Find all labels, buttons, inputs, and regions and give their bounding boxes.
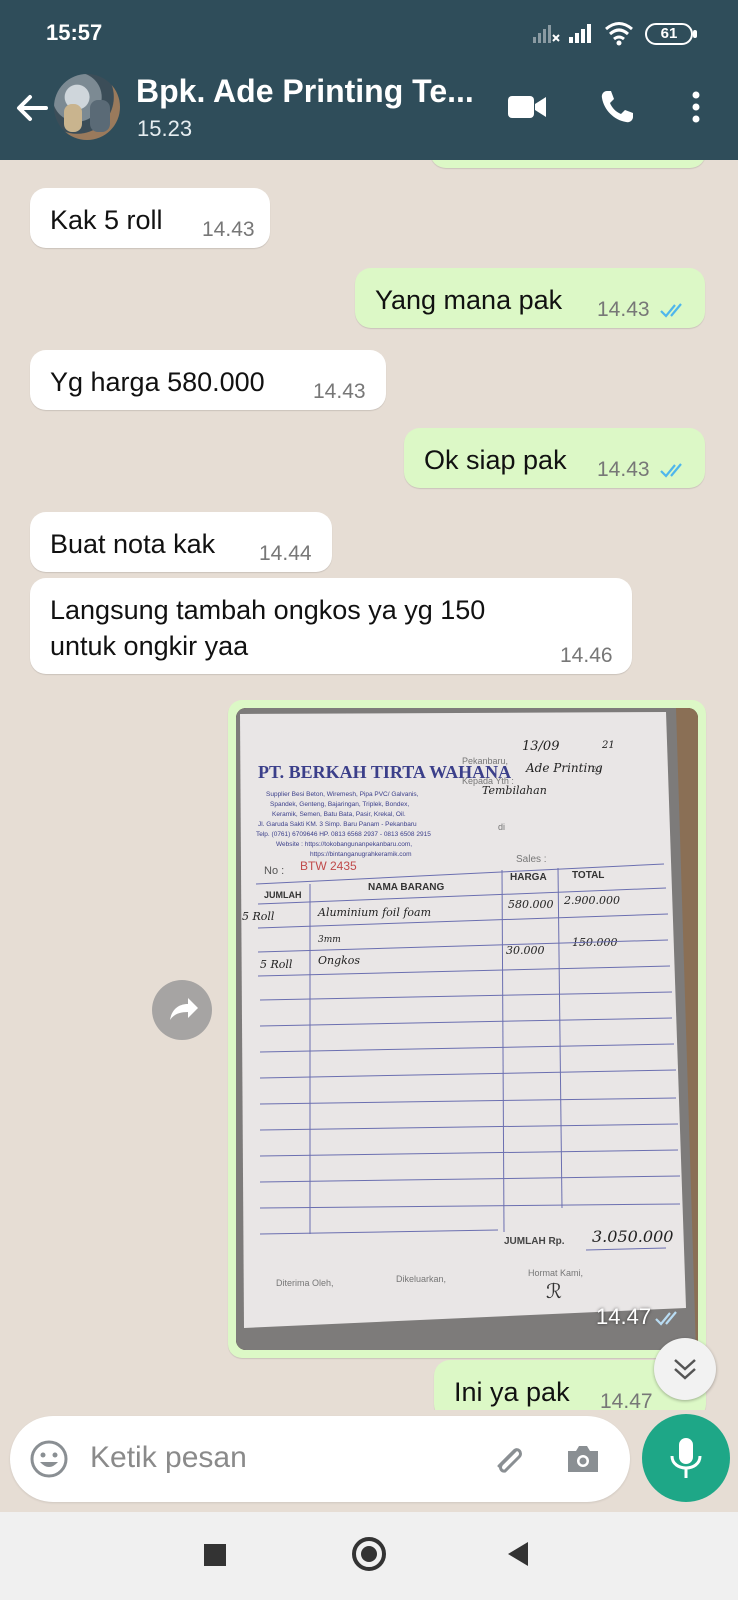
receipt-supplier-line: Jl. Garuda Sakti KM. 3 Simp. Baru Panam … [258,821,417,828]
video-call-icon[interactable] [506,90,548,124]
message-bubble-out[interactable]: Ok siap pak 14.43 [404,428,705,488]
receipt-received-label: Diterima Oleh, [276,1278,334,1288]
voice-call-icon[interactable] [598,88,636,126]
attach-icon[interactable] [488,1438,530,1480]
emoji-icon[interactable] [28,1438,70,1480]
receipt-row-price: 580.000 [508,898,554,911]
top-bar: 15:57 61 Bpk. Ade Printing Te... 15.23 [0,0,738,160]
message-text: Ini ya pak [454,1377,570,1407]
receipt-photo[interactable]: PT. BERKAH TIRTA WAHANA Supplier Besi Be… [236,708,698,1350]
wifi-icon [605,22,633,46]
last-seen: 15.23 [137,116,193,141]
message-bubble-out[interactable]: Yang mana pak 14.43 [355,268,705,328]
receipt-signature: ℛ [546,1279,562,1303]
contact-avatar[interactable] [54,74,120,140]
receipt-at-label: di [498,822,505,832]
message-text: Yang mana pak [375,285,563,315]
receipt-row-qty: 5 Roll [260,958,293,971]
receipt-year-suffix: 21 [601,740,615,751]
receipt-row-total: 2.900.000 [563,894,620,907]
status-bar: 15:57 61 [0,0,738,66]
message-bubble-in[interactable]: Langsung tambah ongkos ya yg 150 untuk o… [30,578,632,674]
read-ticks-icon [660,303,682,318]
message-time: 14.43 [597,298,650,321]
receipt-row-qty: 5 Roll [242,910,275,923]
receipt-no-label: No : [264,865,284,877]
chat-header: Bpk. Ade Printing Te... 15.23 [0,66,738,160]
chat-area[interactable]: Kak 5 roll 14.43 Yang mana pak 14.43 Yg … [0,160,738,1410]
receipt-supplier-line: Spandek, Genteng, Bajaringan, Triplek, B… [270,801,409,808]
recents-button[interactable] [204,1544,226,1566]
receipt-grand-total-label: JUMLAH Rp. [504,1236,565,1247]
receipt-date: 13/09 [522,739,559,754]
message-bubble-in[interactable]: Yg harga 580.000 14.43 [30,350,386,410]
receipt-supplier-line: Supplier Besi Beton, Wiremesh, Pipa PVC/… [266,791,419,798]
battery-indicator: 61 [645,23,697,45]
receipt-col-total: TOTAL [572,870,604,881]
receipt-col-price: HARGA [510,872,547,883]
message-text: Buat nota kak [50,529,216,559]
camera-icon[interactable] [562,1438,604,1480]
system-nav-bar [0,1512,738,1600]
receipt-grand-total: 3.050.000 [592,1227,673,1246]
message-text: Ok siap pak [424,445,567,475]
message-time: 14.43 [313,380,366,403]
message-time: 14.46 [560,644,613,667]
receipt-col-qty: JUMLAH [264,890,302,900]
receipt-no-value: BTW 2435 [300,859,357,873]
receipt-issued-label: Dikeluarkan, [396,1274,446,1284]
receipt-supplier-line: Keramik, Semen, Batu Bata, Pasir, Krekal… [272,811,406,818]
message-text: Kak 5 roll [50,205,163,235]
message-time: 14.43 [597,458,650,481]
receipt-place-label: Pekanbaru, [462,756,508,766]
message-input-bar: Ketik pesan [10,1416,630,1502]
forward-button[interactable] [152,980,212,1040]
scroll-to-bottom-button[interactable] [654,1338,716,1400]
receipt-supplier-line: Website : https://tokobangunanpekanbaru.… [276,841,412,848]
back-arrow-icon[interactable] [12,88,52,128]
forward-icon [170,998,198,1020]
image-time: 14.47 [596,1304,652,1329]
receipt-regards-label: Hormat Kami, [528,1268,583,1278]
back-button[interactable] [508,1542,528,1566]
microphone-icon [670,1438,702,1478]
message-text: Yg harga 580.000 [50,367,265,397]
receipt-sales-label: Sales : [516,854,547,865]
status-time: 15:57 [46,20,103,45]
receipt-image: PT. BERKAH TIRTA WAHANA Supplier Besi Be… [236,708,698,1350]
message-time: 14.43 [202,218,255,241]
double-chevron-down-icon [674,1359,696,1380]
message-input[interactable]: Ketik pesan [90,1441,247,1475]
message-bubble-in[interactable]: Kak 5 roll 14.43 [30,188,270,248]
receipt-supplier-line: https://bintanganugrahkeramik.com [310,851,412,858]
message-time: 14.47 [600,1390,653,1410]
contact-name[interactable]: Bpk. Ade Printing Te... [136,73,474,110]
receipt-row-item: Aluminium foil foam [317,906,431,919]
signal-no-service-icon [533,25,560,43]
partial-message-bubble[interactable] [430,160,706,168]
more-options-icon[interactable] [684,88,708,126]
home-button[interactable] [352,1537,386,1571]
receipt-col-item: NAMA BARANG [368,882,445,893]
sent-ticks-icon [655,1311,677,1326]
receipt-row-item: Ongkos [318,954,360,967]
message-bubble-in[interactable]: Buat nota kak 14.44 [30,512,332,572]
image-message-bubble[interactable]: PT. BERKAH TIRTA WAHANA Supplier Besi Be… [228,700,706,1358]
message-text: Langsung tambah ongkos ya yg 150 untuk o… [50,595,486,661]
receipt-row-item: 3mm [318,935,341,945]
voice-message-button[interactable] [642,1414,730,1502]
read-ticks-icon [660,463,682,478]
receipt-supplier-line: Telp. (0761) 6709646 HP. 0813 6568 2937 … [256,831,431,838]
message-time: 14.44 [259,542,312,565]
signal-icon [569,24,591,43]
receipt-to-value: Ade Printing [525,761,603,775]
receipt-row-price: 30.000 [506,944,545,957]
receipt-to-value2: Tembilahan [482,784,547,797]
